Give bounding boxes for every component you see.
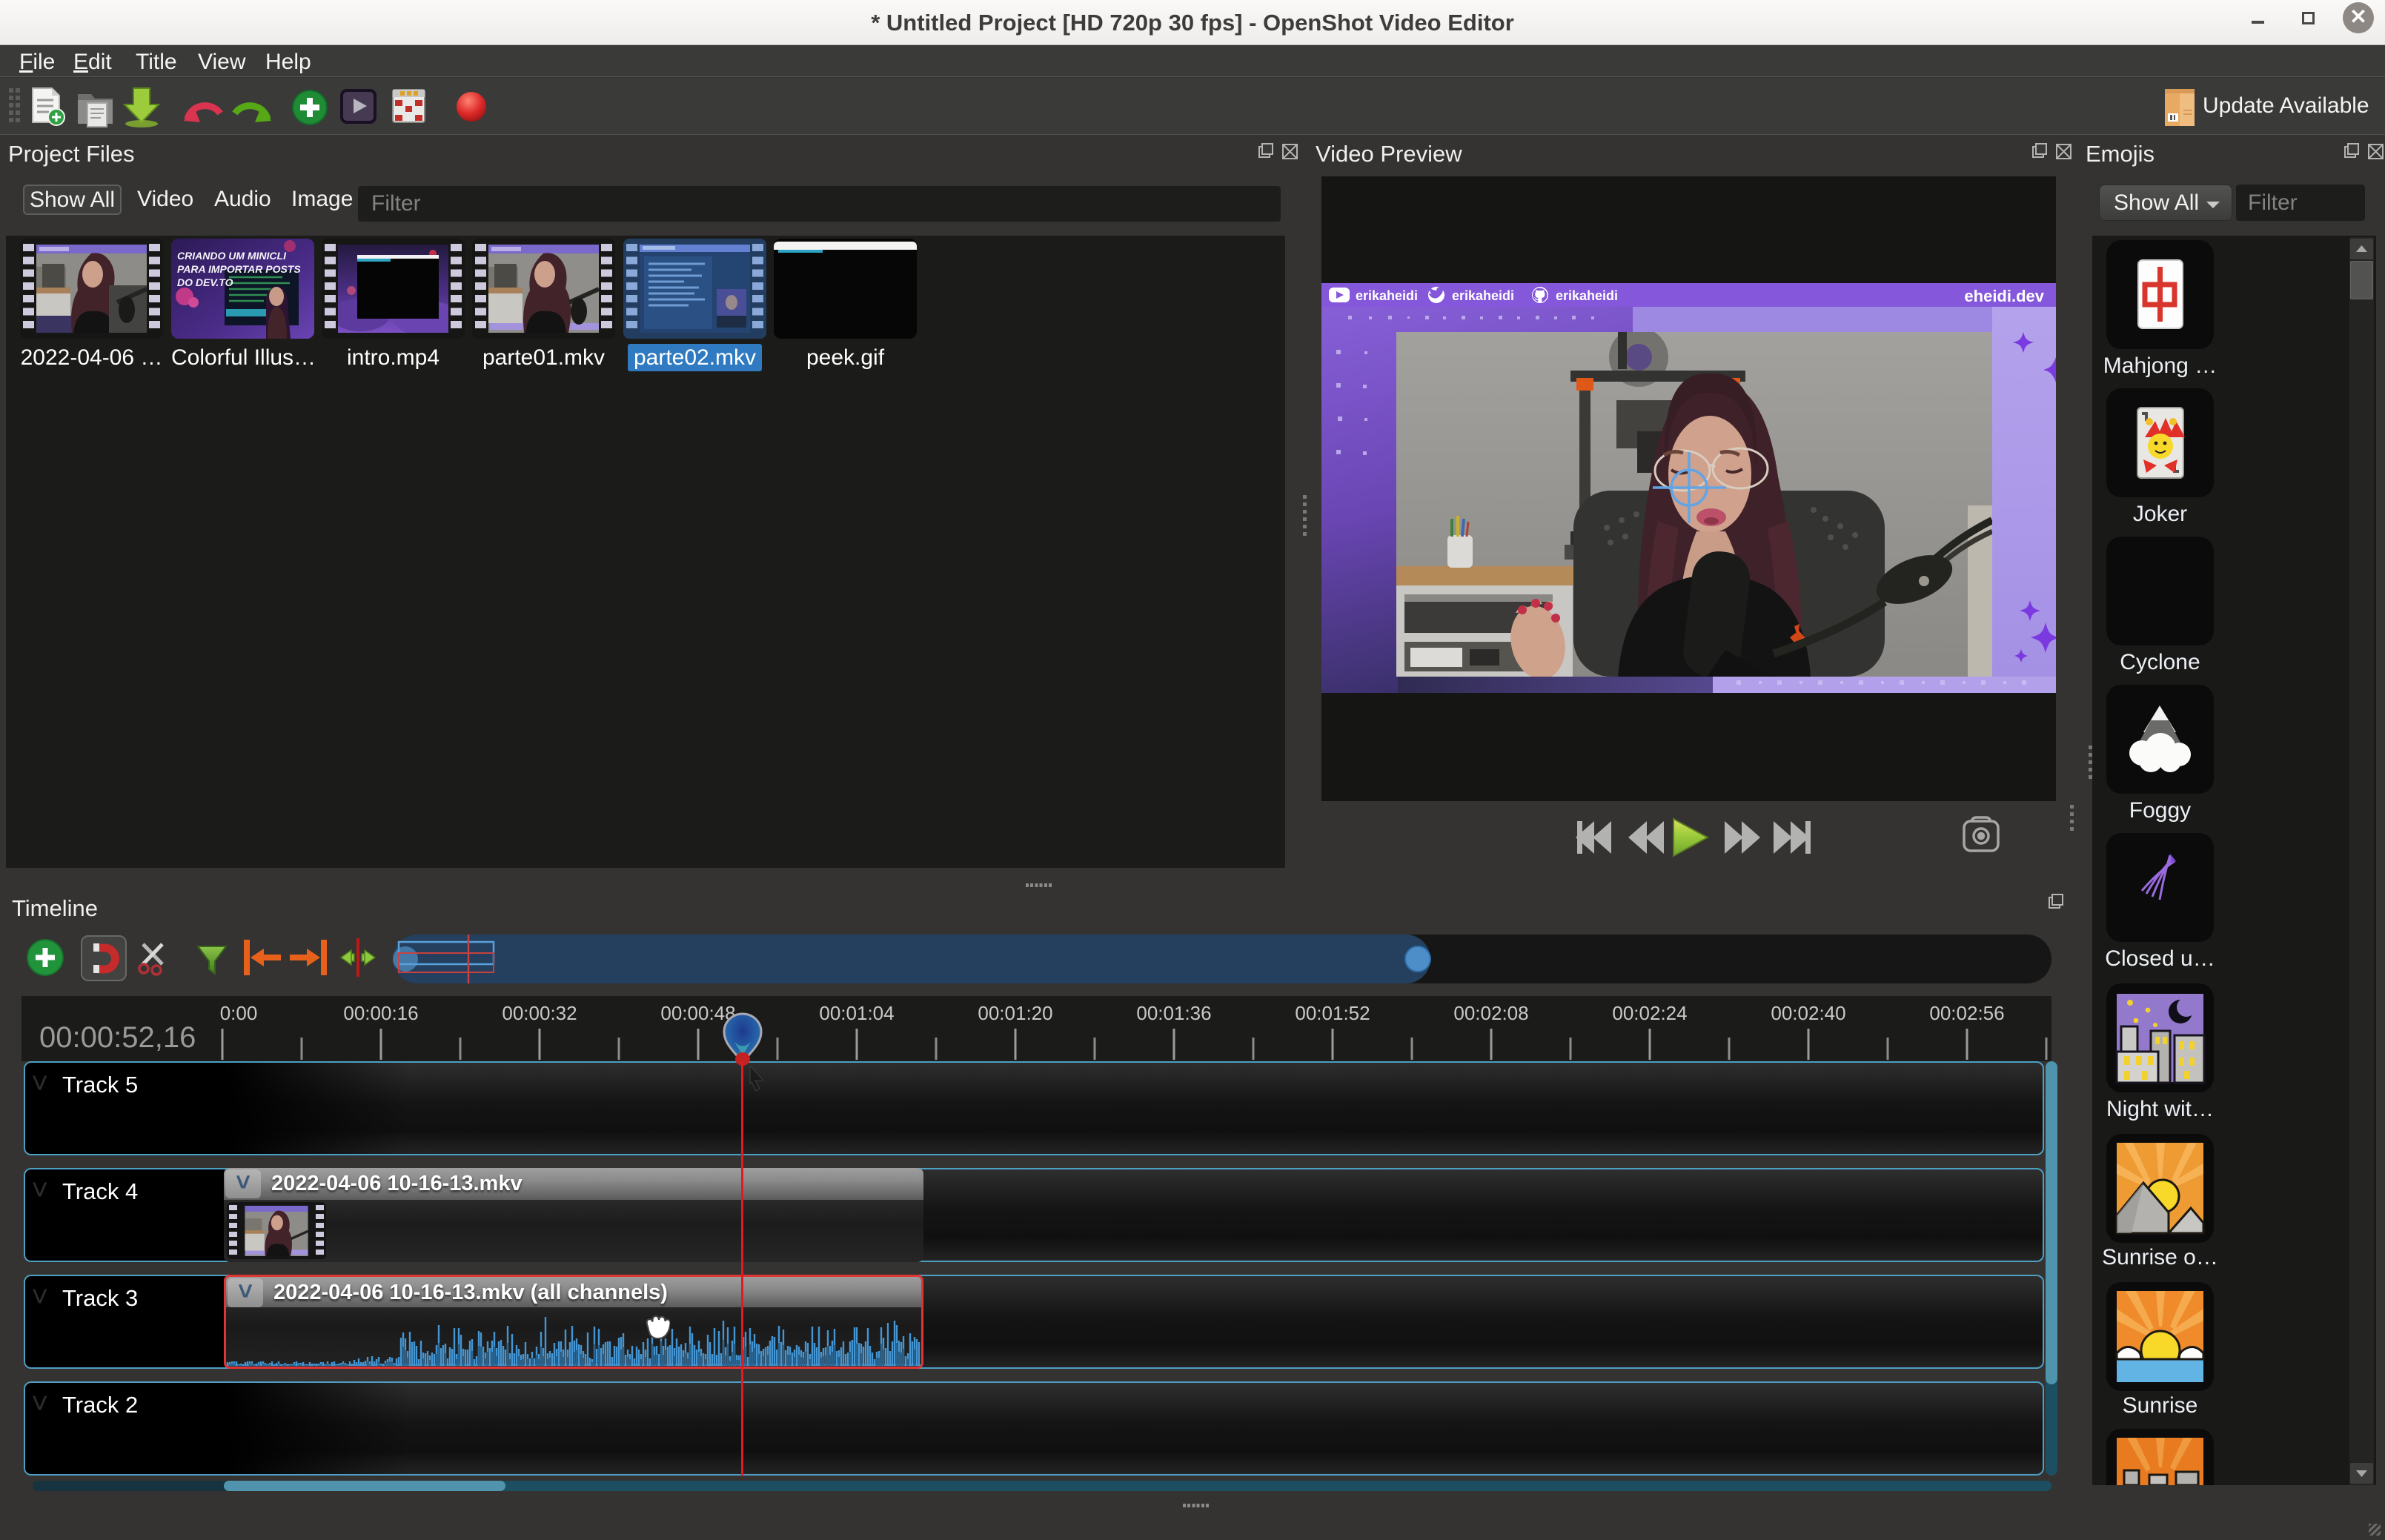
svg-text:0:00: 0:00: [220, 1002, 258, 1024]
svg-text:00:01:20: 00:01:20: [978, 1002, 1052, 1024]
svg-text:00:01:04: 00:01:04: [819, 1002, 894, 1024]
svg-text:CRIANDO UM MINICLI: CRIANDO UM MINICLI: [177, 250, 287, 262]
svg-text:erikaheidi: erikaheidi: [1452, 288, 1514, 303]
svg-text:00:01:36: 00:01:36: [1136, 1002, 1211, 1024]
svg-text:00:02:24: 00:02:24: [1612, 1002, 1687, 1024]
svg-text:00:01:52: 00:01:52: [1295, 1002, 1370, 1024]
svg-text:PARA IMPORTAR POSTS: PARA IMPORTAR POSTS: [177, 263, 301, 275]
svg-text:DO DEV.TO: DO DEV.TO: [177, 276, 233, 288]
svg-text:00:00:32: 00:00:32: [502, 1002, 577, 1024]
svg-text:eheidi.dev: eheidi.dev: [1964, 287, 2044, 305]
svg-text:00:02:08: 00:02:08: [1453, 1002, 1528, 1024]
svg-text:00:02:40: 00:02:40: [1771, 1002, 1845, 1024]
svg-text:00:02:56: 00:02:56: [1929, 1002, 2004, 1024]
svg-text:00:00:16: 00:00:16: [343, 1002, 418, 1024]
svg-text:erikaheidi: erikaheidi: [1356, 288, 1418, 303]
svg-text:erikaheidi: erikaheidi: [1556, 288, 1618, 303]
